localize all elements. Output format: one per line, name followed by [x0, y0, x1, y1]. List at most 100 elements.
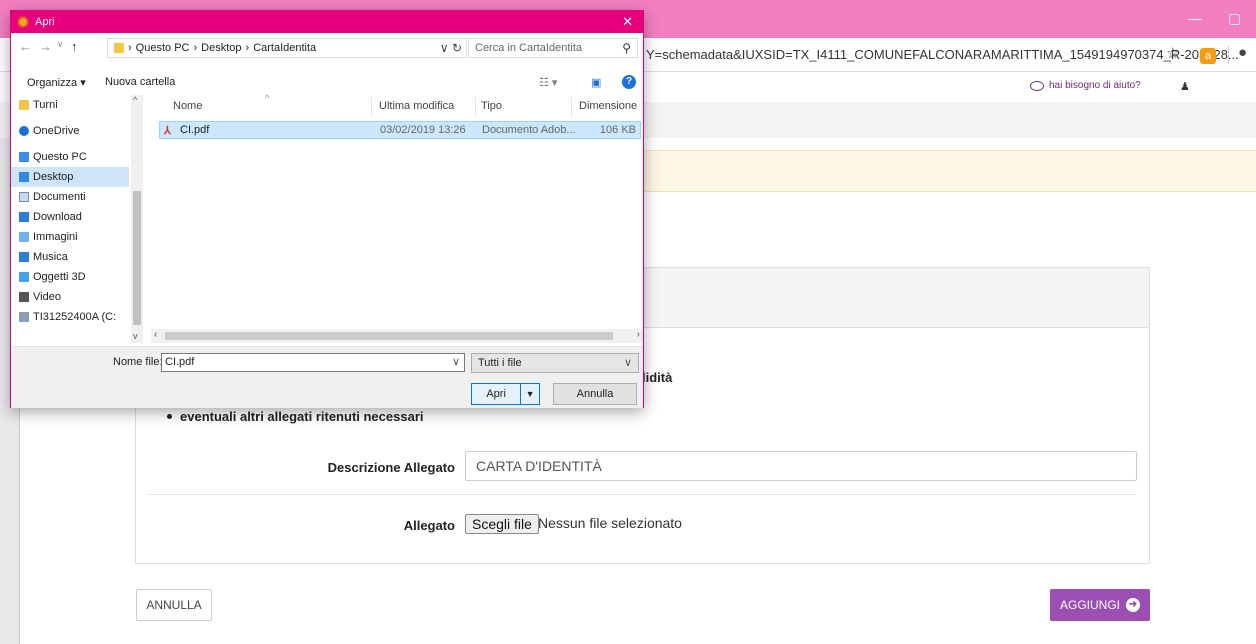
- close-icon[interactable]: ✕: [622, 14, 633, 30]
- scroll-up-icon[interactable]: ^: [133, 95, 137, 105]
- column-size[interactable]: Dimensione: [579, 100, 637, 112]
- pictures-icon: [19, 232, 29, 242]
- dialog-footer: Nome file: CI.pdf ∨ Tutti i file ∨ Apri …: [11, 346, 643, 408]
- filename-input[interactable]: CI.pdf ∨: [161, 353, 465, 372]
- search-input[interactable]: Cerca in CartaIdentita ⚲: [468, 38, 638, 58]
- view-options-icon[interactable]: ☷ ▾: [539, 76, 557, 89]
- preview-pane-icon[interactable]: ▣: [591, 76, 601, 89]
- documents-icon: [19, 192, 29, 202]
- extension-icon[interactable]: a: [1200, 48, 1216, 64]
- navigation-pane: Turni OneDrive Questo PC Desktop Documen…: [11, 95, 143, 343]
- filename-value: CI.pdf: [165, 356, 195, 368]
- aggiungi-button[interactable]: AGGIUNGI ➜: [1050, 589, 1150, 621]
- file-name: CI.pdf: [180, 124, 210, 136]
- nav-item-turni[interactable]: Turni: [11, 95, 129, 115]
- organize-menu[interactable]: Organizza ▾: [27, 76, 86, 89]
- download-icon: [19, 212, 29, 222]
- refresh-icon[interactable]: ∨ ↻: [440, 41, 462, 55]
- minimize-icon[interactable]: —: [1188, 10, 1202, 26]
- nav-item-questo-pc[interactable]: Questo PC: [11, 147, 129, 167]
- file-row[interactable]: ⅄ CI.pdf 03/02/2019 13:26 Documento Adob…: [159, 121, 641, 139]
- objects3d-icon: [19, 272, 29, 282]
- search-placeholder: Cerca in CartaIdentita: [475, 42, 582, 54]
- nav-item-drive-c[interactable]: TI31252400A (C:: [11, 307, 129, 327]
- help-icon[interactable]: ?: [622, 75, 636, 89]
- column-name[interactable]: Nome: [173, 100, 202, 112]
- back-icon[interactable]: ←: [19, 39, 32, 54]
- annulla-button[interactable]: ANNULLA: [136, 589, 212, 621]
- scroll-right-icon[interactable]: ›: [637, 329, 640, 340]
- nav-item-download[interactable]: Download: [11, 207, 129, 227]
- chrome-icon: [17, 16, 29, 28]
- open-file-dialog: Apri ✕ ← → ∨ ↑ › Questo PC › Desktop › C…: [10, 10, 644, 408]
- cloud-icon: [19, 126, 29, 136]
- folder-icon: [114, 43, 124, 53]
- dialog-title: Apri: [35, 16, 55, 28]
- up-arrow-icon[interactable]: ↑: [71, 39, 78, 54]
- new-folder-button[interactable]: Nuova cartella: [105, 76, 175, 88]
- file-size: 106 KB: [599, 124, 636, 136]
- drive-icon: [19, 312, 29, 322]
- aggiungi-label: AGGIUNGI: [1059, 598, 1120, 612]
- sort-icon: ^: [265, 93, 270, 103]
- navigation-row: ← → ∨ ↑ › Questo PC › Desktop › CartaIde…: [11, 33, 643, 61]
- breadcrumb-item[interactable]: CartaIdentita: [253, 42, 316, 54]
- cancel-button[interactable]: Annulla: [553, 383, 637, 405]
- open-button[interactable]: Apri ▼: [471, 383, 540, 405]
- file-type-filter[interactable]: Tutti i file ∨: [471, 353, 639, 373]
- bullet-icon: [167, 414, 172, 419]
- chevron-down-icon[interactable]: ∨: [57, 39, 64, 50]
- forward-icon[interactable]: →: [39, 39, 52, 54]
- column-modified[interactable]: Ultima modifica: [379, 100, 454, 112]
- scrollbar-thumb[interactable]: [133, 191, 141, 325]
- breadcrumb-item[interactable]: Questo PC: [136, 42, 190, 54]
- nav-item-onedrive[interactable]: OneDrive: [11, 121, 129, 141]
- open-button-label: Apri: [472, 384, 522, 404]
- nav-scrollbar[interactable]: ^ v: [131, 95, 143, 343]
- nav-item-video[interactable]: Video: [11, 287, 129, 307]
- breadcrumb[interactable]: › Questo PC › Desktop › CartaIdentita ∨ …: [107, 38, 467, 58]
- account-icon[interactable]: ●: [1238, 44, 1247, 61]
- nav-item-desktop[interactable]: Desktop: [11, 167, 129, 187]
- nav-item-oggetti-3d[interactable]: Oggetti 3D: [11, 267, 129, 287]
- star-icon[interactable]: ☆: [1166, 44, 1179, 62]
- user-icon[interactable]: ♟: [1180, 80, 1190, 93]
- bullet-text: eventuali altri allegati ritenuti necess…: [180, 409, 424, 424]
- dropdown-arrow-icon[interactable]: ▼: [521, 384, 539, 404]
- filename-label: Nome file:: [113, 356, 163, 368]
- scroll-down-icon[interactable]: v: [133, 331, 138, 341]
- dialog-toolbar: Organizza ▾ Nuova cartella ☷ ▾ ▣ ?: [11, 71, 643, 95]
- file-modified: 03/02/2019 13:26: [380, 124, 466, 136]
- nav-item-immagini[interactable]: Immagini: [11, 227, 129, 247]
- column-divider: [475, 97, 476, 117]
- maximize-icon[interactable]: ▢: [1228, 10, 1241, 27]
- file-type: Documento Adob...: [482, 124, 576, 136]
- dialog-titlebar[interactable]: Apri ✕: [11, 11, 643, 33]
- arrow-right-icon: ➜: [1126, 598, 1140, 612]
- divider: [1228, 46, 1229, 64]
- descrizione-label: Descrizione Allegato: [327, 460, 455, 475]
- nav-item-documenti[interactable]: Documenti: [11, 187, 129, 207]
- descrizione-input[interactable]: CARTA D'IDENTITÀ: [465, 451, 1137, 481]
- scrollbar-thumb[interactable]: [165, 332, 613, 340]
- breadcrumb-item[interactable]: Desktop: [201, 42, 241, 54]
- speech-bubble-icon: [1030, 80, 1044, 91]
- form-divider: [148, 494, 1136, 495]
- column-divider: [571, 97, 572, 117]
- filter-value: Tutti i file: [478, 357, 522, 369]
- validity-text: lidità: [642, 370, 673, 385]
- allegato-label: Allegato: [403, 518, 455, 533]
- file-list-header: Nome ^ Ultima modifica Tipo Dimensione: [159, 93, 643, 119]
- bullet-item: eventuali altri allegati ritenuti necess…: [167, 409, 423, 424]
- column-type[interactable]: Tipo: [481, 100, 502, 112]
- file-status-text: Nessun file selezionato: [538, 515, 682, 531]
- file-list-scrollbar[interactable]: ‹ ›: [151, 329, 643, 343]
- search-icon: ⚲: [622, 41, 631, 55]
- choose-file-button[interactable]: Scegli file: [465, 514, 539, 534]
- chevron-down-icon[interactable]: ∨: [452, 355, 460, 368]
- help-link[interactable]: hai bisogno di aiuto?: [1030, 80, 1141, 91]
- url-text[interactable]: Y=schemadata&IUXSID=TX_I4111_COMUNEFALCO…: [646, 47, 1239, 62]
- scroll-left-icon[interactable]: ‹: [154, 329, 157, 340]
- pdf-file-icon: ⅄: [164, 125, 171, 137]
- nav-item-musica[interactable]: Musica: [11, 247, 129, 267]
